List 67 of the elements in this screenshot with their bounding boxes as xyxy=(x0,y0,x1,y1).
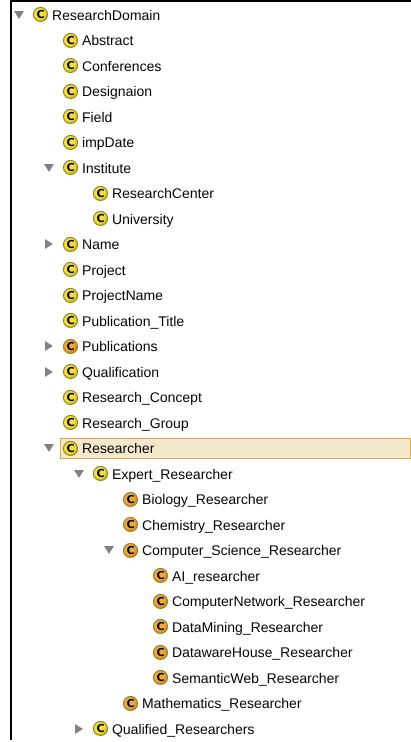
class-icon: C xyxy=(63,440,78,456)
class-icon: C xyxy=(63,84,78,99)
tree-item[interactable]: C Publications xyxy=(60,336,164,357)
class-icon: C xyxy=(63,415,78,430)
expand-arrow-icon[interactable] xyxy=(44,366,54,377)
class-icon: C xyxy=(33,7,48,22)
tree-item[interactable]: C Field xyxy=(60,106,120,128)
expand-arrow-icon[interactable] xyxy=(44,239,54,250)
collapse-arrow-icon[interactable] xyxy=(74,468,84,479)
expand-arrow-icon[interactable] xyxy=(44,341,54,352)
tree-item[interactable]: C impDate xyxy=(60,132,142,153)
class-icon: C xyxy=(63,32,78,48)
tree-item[interactable]: C ComputerNetwork_Researcher xyxy=(150,590,372,612)
tree-item[interactable]: C ProjectName xyxy=(60,284,170,306)
class-icon: C xyxy=(93,211,108,226)
tree-item[interactable]: C Abstract xyxy=(60,30,140,51)
tree-item[interactable]: C Researcher xyxy=(60,438,411,459)
tree-item[interactable]: C Computer_Science_Researcher xyxy=(120,540,348,561)
class-icon: C xyxy=(63,262,78,278)
tree-item[interactable]: C Chemistry_Researcher xyxy=(120,514,292,536)
collapse-arrow-icon[interactable] xyxy=(14,10,24,20)
collapse-arrow-icon[interactable] xyxy=(44,162,54,173)
class-icon: C xyxy=(63,236,78,252)
class-icon: C xyxy=(123,517,138,532)
class-icon: C xyxy=(63,364,78,380)
tree-item[interactable]: C Biology_Researcher xyxy=(120,488,276,510)
class-icon: C xyxy=(153,594,168,609)
tree-item[interactable]: C Qualified_Researchers xyxy=(90,718,262,740)
class-icon: C xyxy=(123,696,138,711)
class-icon: C xyxy=(93,186,108,201)
tree-item[interactable]: C Mathematics_Researcher xyxy=(120,692,309,714)
tree-item[interactable]: C Research_Concept xyxy=(60,386,209,408)
tree-item[interactable]: C DatawareHouse_Researcher xyxy=(150,642,360,663)
tree-item[interactable]: C ResearchCenter xyxy=(90,182,221,204)
expand-arrow-icon[interactable] xyxy=(74,724,84,734)
collapse-arrow-icon[interactable] xyxy=(104,545,114,556)
class-icon: C xyxy=(63,390,78,405)
tree-item[interactable]: C Qualification xyxy=(60,361,166,382)
class-icon: C xyxy=(93,721,108,736)
class-icon: C xyxy=(153,619,168,634)
class-icon: C xyxy=(63,288,78,303)
class-icon: C xyxy=(63,58,78,74)
tree-item[interactable]: C Conferences xyxy=(60,55,168,76)
tree-item[interactable]: C AI_researcher xyxy=(150,565,267,586)
class-icon: C xyxy=(63,338,78,354)
tree-item[interactable]: C Expert_Researcher xyxy=(90,463,240,484)
tree-item[interactable]: C Publication_Title xyxy=(60,310,192,332)
class-icon: C xyxy=(93,466,108,482)
tree-item[interactable]: C Name xyxy=(60,234,126,255)
tree-item[interactable]: C Project xyxy=(60,259,133,280)
tree-item[interactable]: C Research_Group xyxy=(60,412,196,434)
tree-item[interactable]: C ResearchDomain xyxy=(30,4,168,26)
class-icon: C xyxy=(153,568,168,584)
class-icon: C xyxy=(153,670,168,686)
tree-item[interactable]: C University xyxy=(90,208,180,230)
tree-item[interactable]: C Institute xyxy=(60,157,138,178)
tree-item[interactable]: C SemanticWeb_Researcher xyxy=(150,667,346,688)
tree-item[interactable]: C DataMining_Researcher xyxy=(150,616,330,638)
class-icon: C xyxy=(123,542,138,558)
class-icon: C xyxy=(63,313,78,328)
class-icon: C xyxy=(63,134,78,150)
class-icon: C xyxy=(123,492,138,507)
tree-item[interactable]: C Designaion xyxy=(60,80,160,102)
class-icon: C xyxy=(63,109,78,124)
class-icon: C xyxy=(63,160,78,176)
class-icon: C xyxy=(153,644,168,660)
collapse-arrow-icon[interactable] xyxy=(44,443,54,454)
